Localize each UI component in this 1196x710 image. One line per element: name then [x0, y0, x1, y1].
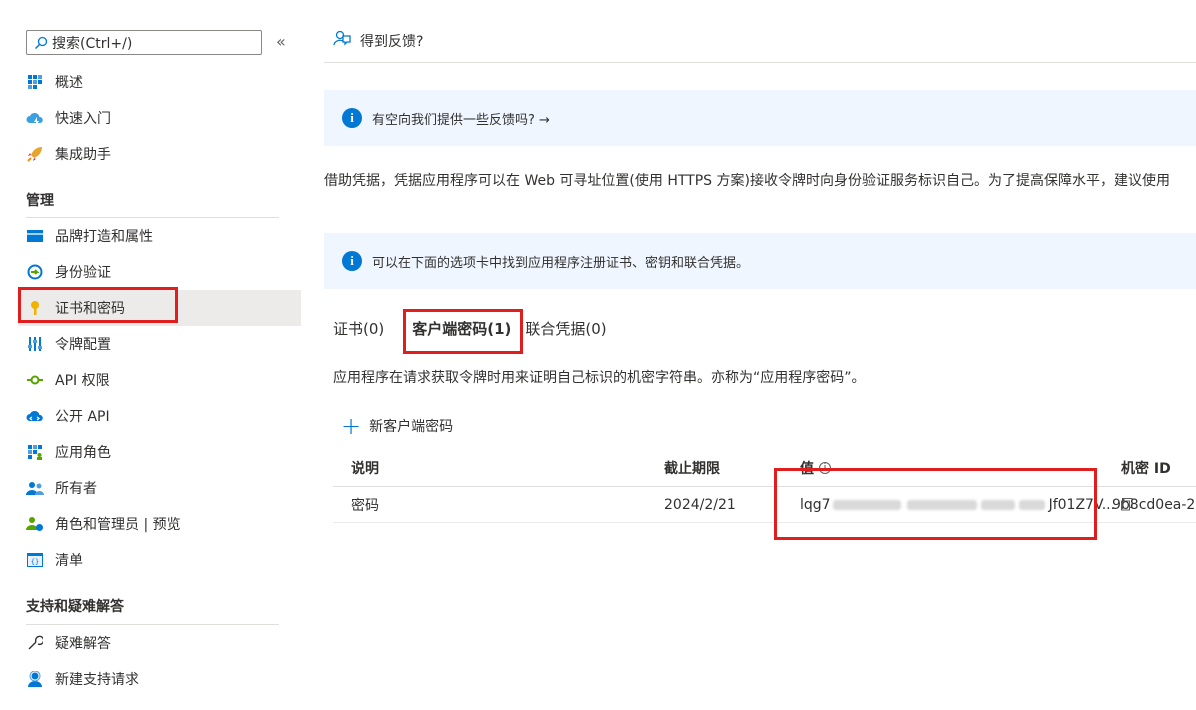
header-value: 值 i — [800, 450, 831, 486]
sidebar-item-label: 证书和密码 — [55, 301, 125, 317]
value-prefix: lqg7 — [800, 496, 831, 513]
sidebar-item-label: 快速入门 — [55, 111, 111, 127]
sidebar-item-token-configuration[interactable]: 令牌配置 — [18, 326, 301, 362]
header-expires: 截止期限 — [664, 461, 720, 477]
sidebar-item-label: 集成助手 — [55, 147, 111, 163]
overview-icon — [26, 73, 44, 91]
sidebar-item-overview[interactable]: 概述 — [18, 64, 301, 100]
feedback-info-text[interactable]: 有空向我们提供一些反馈吗? → — [372, 109, 550, 128]
tabs-info-bar: i 可以在下面的选项卡中找到应用程序注册证书、密钥和联合凭据。 — [324, 233, 1196, 289]
sidebar-item-branding[interactable]: 品牌打造和属性 — [18, 218, 301, 254]
search-icon — [32, 34, 50, 52]
sidebar-item-owners[interactable]: 所有者 — [18, 470, 301, 506]
blurred-text — [1018, 499, 1045, 510]
sidebar-item-label: 清单 — [55, 553, 83, 569]
sidebar: 搜索(Ctrl+/) « 概述 快速入门 集成助手 管理 品牌打造和属性 身份验… — [0, 0, 301, 710]
sidebar-item-manifest[interactable]: {} 清单 — [18, 542, 301, 578]
api-permission-icon — [26, 371, 44, 389]
main-content: 得到反馈? i 有空向我们提供一些反馈吗? → 借助凭据，凭据应用程序可以在 W… — [301, 0, 1196, 710]
collapse-sidebar-icon[interactable]: « — [276, 32, 286, 51]
manifest-icon: {} — [26, 551, 44, 569]
sidebar-item-label: 所有者 — [55, 481, 97, 497]
section-manage: 管理 — [26, 193, 54, 209]
sidebar-item-label: API 权限 — [55, 373, 110, 389]
sidebar-item-certificates-secrets[interactable]: 证书和密码 — [18, 290, 301, 326]
blurred-text — [980, 499, 1015, 510]
token-icon — [26, 335, 44, 353]
table-header: 说明 截止期限 值 i 机密 ID — [333, 450, 1196, 487]
blurred-text — [906, 499, 977, 510]
sidebar-item-label: 角色和管理员 | 预览 — [55, 517, 181, 533]
cloud-icon — [26, 109, 44, 127]
cell-expires: 2024/2/21 — [664, 496, 736, 513]
tab-client-secrets[interactable]: 客户端密码(1) — [412, 318, 512, 354]
new-client-secret-button[interactable]: + 新客户端密码 — [341, 412, 454, 440]
search-input[interactable]: 搜索(Ctrl+/) — [26, 30, 262, 55]
cell-description: 密码 — [351, 497, 379, 514]
sidebar-item-label: 概述 — [55, 75, 83, 91]
app-roles-icon — [26, 443, 44, 461]
secrets-table: 说明 截止期限 值 i 机密 ID 密码 2024/2/21 lqg7 Jf01… — [333, 450, 1196, 523]
sidebar-item-troubleshooting[interactable]: 疑难解答 — [18, 625, 301, 661]
tab-description: 应用程序在请求获取令牌时用来证明自己标识的机密字符串。亦称为“应用程序密码”。 — [333, 370, 866, 386]
info-icon[interactable]: i — [819, 462, 831, 474]
authentication-icon — [26, 263, 44, 281]
section-support: 支持和疑难解答 — [26, 599, 124, 615]
sidebar-item-integration-assistant[interactable]: 集成助手 — [18, 136, 301, 172]
key-icon — [26, 299, 44, 317]
header-value-label: 值 — [800, 461, 814, 477]
sidebar-item-app-roles[interactable]: 应用角色 — [18, 434, 301, 470]
sidebar-item-label: 品牌打造和属性 — [55, 229, 153, 245]
feedback-info-bar[interactable]: i 有空向我们提供一些反馈吗? → — [324, 90, 1196, 146]
sidebar-item-label: 令牌配置 — [55, 337, 111, 353]
sidebar-item-api-permissions[interactable]: API 权限 — [18, 362, 301, 398]
sidebar-item-quickstart[interactable]: 快速入门 — [18, 100, 301, 136]
credential-tabs: 证书(0) 客户端密码(1) 联合凭据(0) — [333, 318, 635, 354]
value-suffix: Jf01Z7V... — [1048, 496, 1116, 513]
sidebar-item-label: 身份验证 — [55, 265, 111, 281]
sidebar-item-label: 公开 API — [55, 409, 110, 425]
branding-icon — [26, 227, 44, 245]
info-icon: i — [342, 108, 362, 128]
sidebar-item-expose-api[interactable]: 公开 API — [18, 398, 301, 434]
feedback-button[interactable]: 得到反馈? — [360, 31, 423, 51]
cell-secret-id: 9b8cd0ea-27 — [1112, 496, 1196, 513]
tab-certificates[interactable]: 证书(0) — [333, 318, 384, 348]
new-client-secret-label: 新客户端密码 — [369, 419, 454, 435]
roles-admin-icon — [26, 515, 44, 533]
header-secret-id: 机密 ID — [1121, 461, 1171, 477]
tab-federated-credentials[interactable]: 联合凭据(0) — [525, 318, 606, 348]
svg-text:{}: {} — [31, 558, 39, 566]
header-description: 说明 — [351, 461, 379, 477]
sidebar-item-roles-administrators[interactable]: 角色和管理员 | 预览 — [18, 506, 301, 542]
search-placeholder: 搜索(Ctrl+/) — [52, 35, 133, 52]
wrench-icon — [26, 634, 44, 652]
sidebar-item-label: 新建支持请求 — [55, 672, 139, 688]
expose-api-icon — [26, 407, 44, 425]
sidebar-item-label: 应用角色 — [55, 445, 111, 461]
blurred-text — [832, 499, 901, 510]
feedback-icon — [332, 29, 352, 53]
owners-icon — [26, 479, 44, 497]
tabs-info-text: 可以在下面的选项卡中找到应用程序注册证书、密钥和联合凭据。 — [372, 255, 750, 271]
support-person-icon — [26, 670, 44, 688]
rocket-icon — [26, 145, 44, 163]
credentials-description: 借助凭据，凭据应用程序可以在 Web 可寻址位置(使用 HTTPS 方案)接收令… — [324, 173, 1170, 189]
info-icon: i — [342, 251, 362, 271]
toolbar: 得到反馈? — [324, 20, 1196, 63]
cell-value: lqg7 Jf01Z7V... — [800, 487, 1133, 522]
sidebar-item-authentication[interactable]: 身份验证 — [18, 254, 301, 290]
sidebar-item-new-support-request[interactable]: 新建支持请求 — [18, 661, 301, 697]
plus-icon: + — [341, 412, 362, 440]
table-row: 密码 2024/2/21 lqg7 Jf01Z7V... 9b8cd0ea-27 — [333, 487, 1196, 523]
sidebar-item-label: 疑难解答 — [55, 636, 111, 652]
